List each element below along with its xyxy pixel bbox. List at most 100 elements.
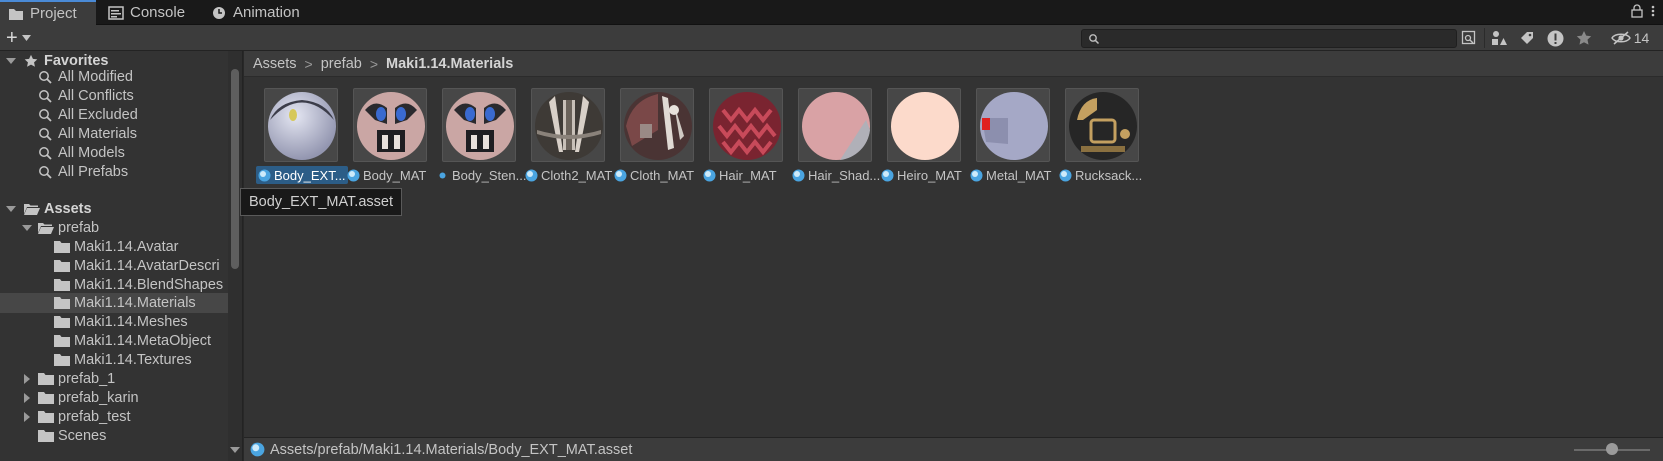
filter-by-type-button[interactable] <box>1487 28 1511 48</box>
folder-label: Maki1.14.Materials <box>74 295 196 311</box>
tree-folder-maki-metaobject[interactable]: Maki1.14.MetaObject <box>0 331 242 351</box>
window-controls <box>1631 4 1655 18</box>
slider-handle[interactable] <box>1606 443 1618 455</box>
breadcrumb-prefab[interactable]: prefab <box>321 56 362 72</box>
tree-folder-maki-meshes[interactable]: Maki1.14.Meshes <box>0 312 242 332</box>
breadcrumb-current[interactable]: Maki1.14.Materials <box>386 56 513 72</box>
scrollbar-thumb[interactable] <box>231 69 239 269</box>
favorite-button[interactable] <box>1572 28 1596 48</box>
folder-label: Maki1.14.BlendShapes <box>74 277 224 293</box>
lock-icon[interactable] <box>1631 4 1643 18</box>
filter-type-icon <box>1492 31 1507 45</box>
asset-label: Metal_MAT <box>968 166 1060 184</box>
asset-item-heiro-mat[interactable]: Heiro_MAT <box>879 88 967 188</box>
asset-item-body-sten[interactable]: Body_Sten... <box>434 88 526 188</box>
tree-assets[interactable]: Assets <box>0 199 242 219</box>
tree-folder-prefab-karin[interactable]: prefab_karin <box>0 388 242 408</box>
material-sphere-icon <box>535 92 603 160</box>
label-tag-icon <box>1521 32 1533 44</box>
asset-item-metal-mat[interactable]: Metal_MAT <box>968 88 1056 188</box>
asset-item-hair-shad[interactable]: Hair_Shad... <box>790 88 880 188</box>
star-icon <box>24 54 38 67</box>
folder-label: Maki1.14.Textures <box>74 352 192 368</box>
folder-label: Maki1.14.Avatar <box>74 239 179 255</box>
asset-item-rucksack[interactable]: Rucksack... <box>1057 88 1145 188</box>
folder-icon <box>54 279 70 291</box>
asset-item-cloth2-mat[interactable]: Cloth2_MAT <box>523 88 612 188</box>
tree-folder-maki-blendshapes[interactable]: Maki1.14.BlendShapes <box>0 275 242 295</box>
tree-folder-maki-avatar[interactable]: Maki1.14.Avatar <box>0 237 242 257</box>
material-preview <box>264 88 338 162</box>
console-icon <box>108 5 124 20</box>
favorite-label: All Excluded <box>58 107 138 123</box>
expanded-arrow-icon[interactable] <box>6 56 16 66</box>
favorite-item-all-excluded[interactable]: All Excluded <box>0 105 242 125</box>
material-icon <box>1059 169 1072 181</box>
tab-animation-label: Animation <box>233 4 300 21</box>
scroll-down-arrow-icon[interactable] <box>229 446 241 454</box>
asset-label: Cloth_MAT <box>612 166 704 184</box>
tab-animation[interactable]: Animation <box>203 0 313 25</box>
favorite-label: All Models <box>58 145 125 161</box>
folder-label: prefab_test <box>58 409 131 425</box>
search-icon <box>39 166 52 179</box>
favorite-item-all-prefabs[interactable]: All Prefabs <box>0 162 242 182</box>
search-box[interactable] <box>1081 29 1457 48</box>
material-icon <box>703 169 716 181</box>
filter-by-log-button[interactable] <box>1543 28 1567 48</box>
favorite-item-all-materials[interactable]: All Materials <box>0 124 242 144</box>
material-sphere-icon <box>624 92 692 160</box>
breadcrumb-assets[interactable]: Assets <box>253 56 297 72</box>
more-options-icon[interactable] <box>1651 4 1655 18</box>
assets-label: Assets <box>44 201 92 217</box>
tree-folder-maki-textures[interactable]: Maki1.14.Textures <box>0 350 242 370</box>
eye-hidden-icon <box>1610 31 1631 45</box>
asset-tooltip: Body_EXT_MAT.asset <box>240 188 402 216</box>
tree-folder-scenes[interactable]: Scenes <box>0 426 242 446</box>
folder-icon <box>54 316 70 328</box>
favorite-item-all-models[interactable]: All Models <box>0 143 242 163</box>
search-input[interactable] <box>1104 31 1444 47</box>
asset-item-cloth-mat[interactable]: Cloth_MAT <box>612 88 700 188</box>
collapsed-arrow-icon[interactable] <box>22 412 32 422</box>
material-preview <box>887 88 961 162</box>
tree-folder-prefab-test[interactable]: prefab_test <box>0 407 242 427</box>
tree-folder-prefab[interactable]: prefab <box>0 218 242 238</box>
asset-item-body-mat[interactable]: Body_MAT <box>345 88 433 188</box>
folder-icon <box>54 297 70 309</box>
expanded-arrow-icon[interactable] <box>6 204 16 214</box>
asset-item-hair-mat[interactable]: Hair_MAT <box>701 88 789 188</box>
tab-console[interactable]: Console <box>100 0 200 25</box>
material-sphere-icon <box>1069 92 1137 160</box>
asset-grid-panel: Assets > prefab > Maki1.14.Materials Bod… <box>244 51 1663 461</box>
breadcrumb-separator: > <box>369 55 379 72</box>
folder-tree-scrollbar[interactable] <box>228 51 242 461</box>
collapsed-arrow-icon[interactable] <box>22 393 32 403</box>
asset-item-body-ext-mat[interactable]: Body_EXT... <box>256 88 348 188</box>
star-icon <box>1576 31 1592 45</box>
filter-by-label-button[interactable] <box>1515 28 1539 48</box>
asset-label: Hair_MAT <box>701 166 793 184</box>
asset-label: Rucksack... <box>1057 166 1149 184</box>
folder-icon <box>38 430 54 442</box>
folder-icon <box>54 241 70 253</box>
create-button[interactable]: + <box>6 27 42 49</box>
expanded-arrow-icon[interactable] <box>22 223 32 233</box>
open-folder-icon <box>24 204 40 215</box>
favorite-item-all-modified[interactable]: All Modified <box>0 67 242 87</box>
material-sphere-icon <box>891 92 959 160</box>
tree-folder-maki-avatardescri[interactable]: Maki1.14.AvatarDescri <box>0 256 242 276</box>
tree-folder-maki-materials[interactable]: Maki1.14.Materials <box>0 293 242 313</box>
material-icon <box>881 169 894 181</box>
folder-label: Maki1.14.Meshes <box>74 314 188 330</box>
hidden-packages-button[interactable]: 14 <box>1600 28 1660 48</box>
material-preview <box>709 88 783 162</box>
tree-folder-prefab-1[interactable]: prefab_1 <box>0 369 242 389</box>
breadcrumb: Assets > prefab > Maki1.14.Materials <box>244 51 1663 77</box>
tab-project[interactable]: Project <box>0 0 96 25</box>
search-type-button[interactable] <box>1458 28 1480 48</box>
favorite-item-all-conflicts[interactable]: All Conflicts <box>0 86 242 106</box>
collapsed-arrow-icon[interactable] <box>22 374 32 384</box>
folder-label: prefab <box>58 220 100 236</box>
breadcrumb-separator: > <box>304 55 313 72</box>
